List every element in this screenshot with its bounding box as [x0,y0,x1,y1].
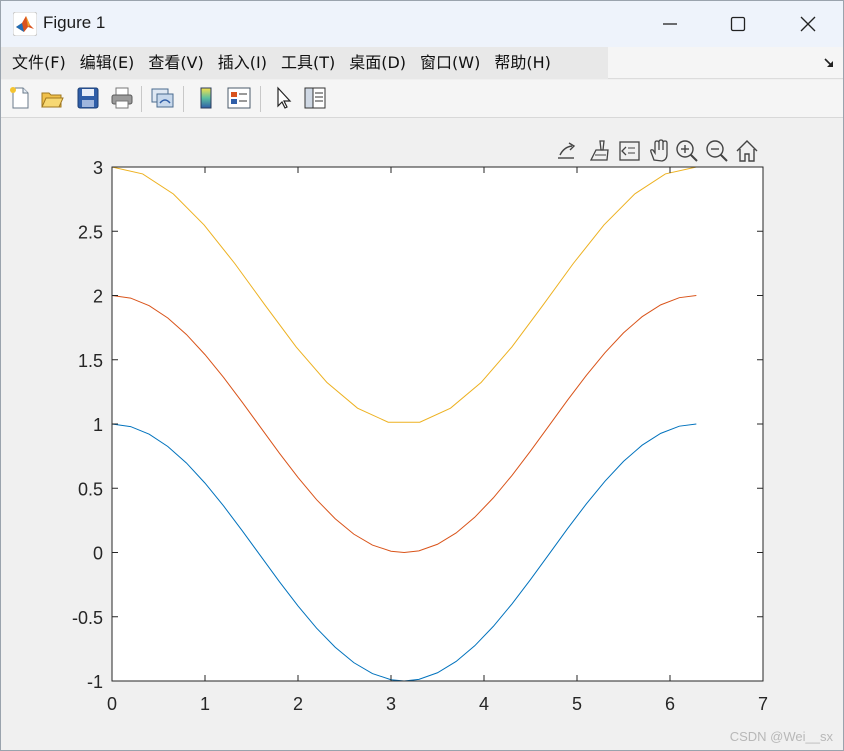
y-tick-label: 0.5 [78,479,103,499]
axes-plot[interactable]: 0 1 2 3 4 5 6 7 -1 -0.5 0 0.5 1 1.5 2 2.5 3 [1,1,844,751]
x-tick-label: 2 [293,694,303,714]
x-tick-label: 5 [572,694,582,714]
y-tick-label: -1 [87,672,103,692]
y-tick-label: 2.5 [78,222,103,242]
axes-background [112,167,763,681]
y-tick-label: 1.5 [78,351,103,371]
y-tick-label: -0.5 [72,608,103,628]
x-tick-label: 1 [200,694,210,714]
x-tick-label: 0 [107,694,117,714]
x-tick-label: 6 [665,694,675,714]
x-tick-label: 4 [479,694,489,714]
y-tick-label: 3 [93,158,103,178]
x-tick-label: 3 [386,694,396,714]
y-tick-label: 1 [93,415,103,435]
watermark-text: CSDN @Wei__sx [729,729,833,744]
y-tick-label: 2 [93,287,103,307]
y-tick-label: 0 [93,544,103,564]
x-tick-label: 7 [758,694,768,714]
figure-window: Figure 1 文件(F) 编辑(E) 查看(V) 插入(I) 工具(T) 桌面(D) 窗… [0,0,844,751]
